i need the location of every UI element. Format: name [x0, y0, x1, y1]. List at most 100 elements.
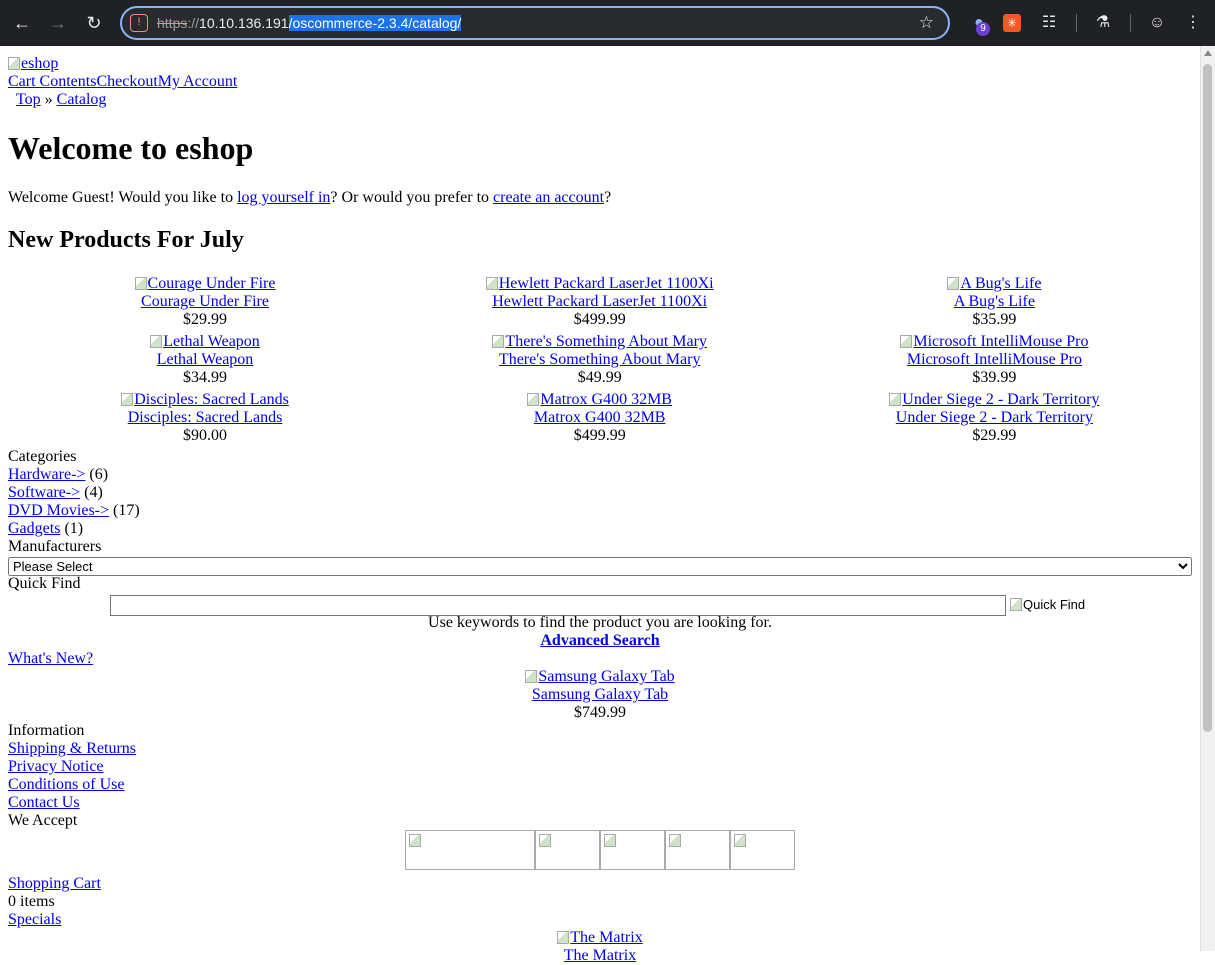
product-price: $35.99	[972, 311, 1017, 328]
url-separator: ://	[187, 15, 200, 31]
my-account-link[interactable]: My Account	[158, 73, 238, 90]
whats-new-image[interactable]: Samsung Galaxy Tab	[8, 668, 1192, 686]
whats-new-row: What's New?	[8, 650, 93, 668]
broken-image-icon	[8, 57, 20, 70]
product-name-link[interactable]: Matrox G400 32MB	[534, 409, 666, 426]
categories-heading: Categories	[8, 448, 77, 465]
whats-new-price: $749.99	[574, 704, 626, 721]
product-name-link[interactable]: Courage Under Fire	[141, 293, 269, 310]
shopping-cart-row: Shopping Cart	[8, 875, 101, 893]
information-heading: Information	[8, 722, 85, 739]
broken-image-icon	[527, 393, 540, 406]
product-image[interactable]: Disciples: Sacred Lands	[8, 391, 402, 409]
product-name-link[interactable]: There's Something About Mary	[499, 351, 701, 368]
product-name-link[interactable]: Lethal Weapon	[157, 351, 254, 368]
not-secure-icon[interactable]: !	[130, 14, 148, 32]
broken-image-icon	[734, 834, 746, 847]
store-logo[interactable]: eshop	[8, 55, 58, 73]
url-path: /oscommerce-2.3.4/catalog/	[288, 15, 462, 31]
whats-new-link[interactable]: What's New?	[8, 650, 93, 667]
shopping-cart-link[interactable]: Shopping Cart	[8, 875, 101, 892]
image-alt-text: Under Siege 2 - Dark Territory	[902, 391, 1100, 408]
category-link[interactable]: Hardware->	[8, 466, 85, 483]
image-alt-text: Courage Under Fire	[147, 275, 276, 292]
product-name-link[interactable]: Hewlett Packard LaserJet 1100Xi	[492, 293, 707, 310]
category-dvd-movies: DVD Movies-> (17)	[8, 502, 140, 520]
back-icon[interactable]: ←	[10, 11, 34, 35]
payment-card-image	[730, 830, 795, 870]
privacy-notice-link[interactable]: Privacy Notice	[8, 758, 104, 775]
conditions-of-use-link[interactable]: Conditions of Use	[8, 776, 124, 793]
manufacturers-select[interactable]: Please Select	[8, 557, 1192, 576]
product-image[interactable]: Hewlett Packard LaserJet 1100Xi	[403, 275, 797, 293]
extensions-puzzle-icon[interactable]: ☷	[1038, 12, 1060, 34]
breadcrumb-top[interactable]: Top	[16, 91, 41, 108]
product-image[interactable]: Courage Under Fire	[8, 275, 402, 293]
shipping-returns-link[interactable]: Shipping & Returns	[8, 740, 136, 757]
labs-flask-icon[interactable]: ⚗	[1092, 12, 1114, 34]
product-name-link[interactable]: Under Siege 2 - Dark Territory	[896, 409, 1093, 426]
welcome-text: ? Or would you prefer to	[330, 189, 494, 206]
page-title: Welcome to eshop	[8, 130, 254, 166]
product-cell: Hewlett Packard LaserJet 1100Xi Hewlett P…	[403, 275, 797, 329]
product-image[interactable]: Matrox G400 32MB	[403, 391, 797, 409]
payment-card-image	[405, 830, 535, 870]
broken-image-icon	[525, 670, 538, 683]
scrollbar-thumb[interactable]	[1203, 64, 1212, 732]
info-row: Contact Us	[8, 794, 80, 812]
create-account-link[interactable]: create an account	[493, 189, 604, 206]
broken-image-icon	[492, 335, 505, 348]
product-cell: There's Something About Mary There's Some…	[403, 333, 797, 387]
quick-find-button[interactable]: Quick Find	[1010, 596, 1085, 614]
category-link[interactable]: DVD Movies->	[8, 502, 109, 519]
specials-image[interactable]: The Matrix	[8, 929, 1192, 947]
lightning-extension-icon[interactable]: ✳	[1003, 14, 1021, 32]
specials-link[interactable]: Specials	[8, 911, 61, 928]
product-image[interactable]: Lethal Weapon	[8, 333, 402, 351]
welcome-message: Welcome Guest! Would you like to log you…	[8, 189, 611, 207]
product-price: $90.00	[183, 427, 227, 444]
product-image[interactable]: A Bug's Life	[797, 275, 1191, 293]
specials-product-link[interactable]: The Matrix	[564, 947, 636, 964]
info-row: Privacy Notice	[8, 758, 104, 776]
product-image[interactable]: There's Something About Mary	[403, 333, 797, 351]
category-link[interactable]: Gadgets	[8, 520, 60, 537]
broken-image-icon	[134, 277, 147, 290]
category-gadgets: Gadgets (1)	[8, 520, 83, 538]
category-link[interactable]: Software->	[8, 484, 80, 501]
product-cell: Disciples: Sacred Lands Disciples: Sacred…	[8, 391, 402, 445]
category-count: (4)	[84, 484, 103, 501]
image-alt-text: Disciples: Sacred Lands	[134, 391, 289, 408]
broken-image-icon	[947, 277, 960, 290]
reload-icon[interactable]: ↻	[82, 11, 106, 35]
image-alt-text: Matrox G400 32MB	[540, 391, 672, 408]
product-name-link[interactable]: A Bug's Life	[954, 293, 1035, 310]
product-image[interactable]: Microsoft IntelliMouse Pro	[797, 333, 1191, 351]
forward-icon[interactable]: →	[46, 11, 70, 35]
contact-us-link[interactable]: Contact Us	[8, 794, 80, 811]
url-scheme: https	[157, 15, 188, 31]
product-name-link[interactable]: Disciples: Sacred Lands	[128, 409, 283, 426]
quick-find-button-alt: Quick Find	[1023, 597, 1086, 612]
whats-new-product-row: Samsung Galaxy Tab	[8, 686, 1192, 704]
cart-contents-link[interactable]: Cart Contents	[8, 73, 96, 90]
browser-toolbar: ← → ↻ ! https://10.10.136.191/oscommerce…	[0, 0, 1215, 46]
advanced-search-link[interactable]: Advanced Search	[540, 632, 659, 649]
we-accept-heading: We Accept	[8, 812, 78, 829]
product-price: $34.99	[183, 369, 227, 386]
url-text[interactable]: https://10.10.136.191/oscommerce-2.3.4/c…	[157, 15, 462, 31]
profile-icon[interactable]: ☺	[1146, 12, 1168, 34]
quick-find-input[interactable]	[110, 595, 1006, 616]
welcome-text: Welcome Guest! Would you like to	[8, 189, 238, 206]
product-name-link[interactable]: Microsoft IntelliMouse Pro	[907, 351, 1082, 368]
checkout-link[interactable]: Checkout	[96, 73, 157, 90]
login-link[interactable]: log yourself in	[237, 189, 330, 206]
image-alt-text: Hewlett Packard LaserJet 1100Xi	[498, 275, 714, 292]
menu-kebab-icon[interactable]: ⋮	[1182, 12, 1204, 34]
breadcrumb-catalog[interactable]: Catalog	[57, 91, 107, 108]
scroll-up-arrow[interactable]	[1204, 50, 1212, 56]
address-bar[interactable]: ! https://10.10.136.191/oscommerce-2.3.4…	[120, 6, 950, 40]
whats-new-product-link[interactable]: Samsung Galaxy Tab	[532, 686, 668, 703]
bookmark-star-icon[interactable]: ☆	[919, 13, 934, 33]
product-image[interactable]: Under Siege 2 - Dark Territory	[797, 391, 1191, 409]
